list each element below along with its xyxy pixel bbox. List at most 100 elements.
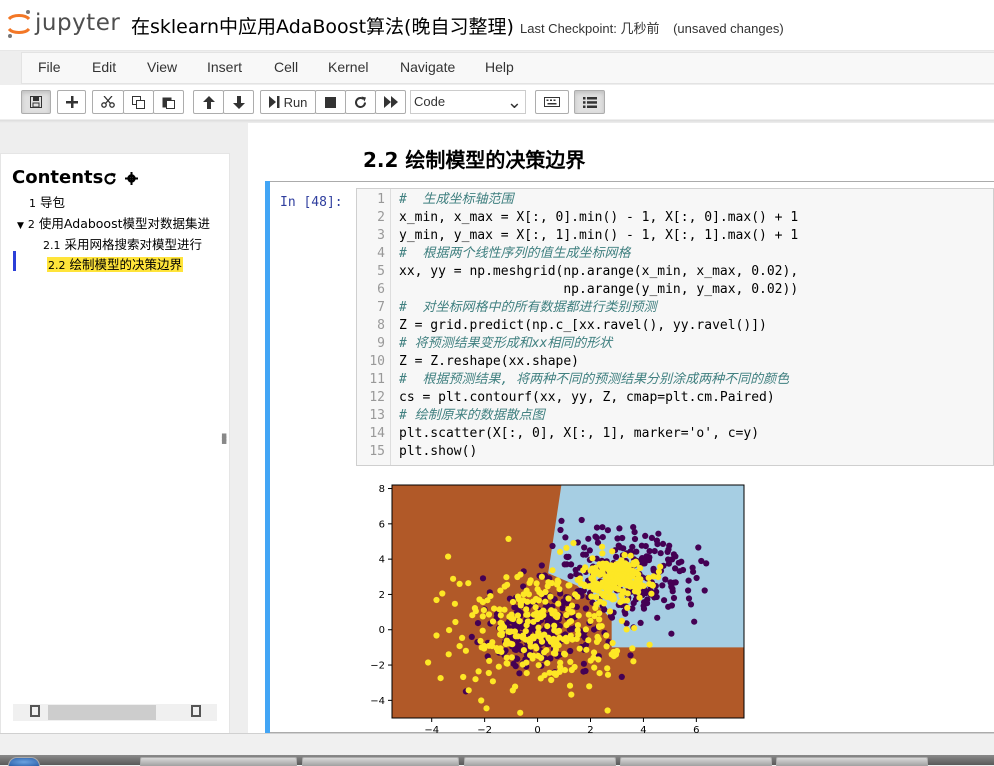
scatter-point bbox=[491, 605, 498, 612]
menu-navigate[interactable]: Navigate bbox=[400, 59, 455, 75]
resize-handle-icon[interactable]: ▪ ▪ ▪ bbox=[221, 432, 227, 447]
menu-insert[interactable]: Insert bbox=[207, 59, 242, 75]
scatter-point bbox=[572, 591, 579, 598]
scatter-point bbox=[582, 605, 589, 612]
toc-item-label: 使用Adaboost模型对数据集进 bbox=[38, 216, 210, 231]
menu-kernel[interactable]: Kernel bbox=[328, 59, 368, 75]
scatter-point bbox=[568, 561, 575, 568]
scatter-point bbox=[516, 670, 523, 677]
toc-item-2[interactable]: ▼ 2 使用Adaboost模型对数据集进 bbox=[17, 213, 210, 232]
restart-button[interactable] bbox=[345, 90, 376, 114]
scrollbar-thumb[interactable] bbox=[48, 705, 156, 720]
scatter-point bbox=[646, 641, 653, 648]
scatter-point bbox=[452, 618, 459, 626]
toc-item-label: 导包 bbox=[40, 195, 66, 210]
line-number: 10 bbox=[369, 354, 385, 369]
scatter-point bbox=[520, 647, 527, 654]
window-statusbar bbox=[0, 733, 994, 756]
scatter-point bbox=[691, 618, 698, 625]
scatter-point bbox=[519, 661, 526, 668]
scatter-point bbox=[535, 597, 542, 604]
menu-help[interactable]: Help bbox=[485, 59, 514, 75]
input-prompt: In [48]: bbox=[280, 195, 343, 210]
scroll-left-icon[interactable] bbox=[30, 705, 40, 717]
scatter-point bbox=[524, 611, 531, 618]
toc-item-2-1[interactable]: 2.1 采用网格搜索对模型进行 bbox=[43, 234, 202, 253]
scatter-point bbox=[563, 544, 570, 551]
move-down-button[interactable] bbox=[223, 90, 254, 114]
scatter-point bbox=[534, 632, 541, 639]
scatter-point bbox=[544, 583, 551, 590]
refresh-icon[interactable] bbox=[103, 172, 117, 186]
keyboard-icon bbox=[544, 97, 560, 107]
code-text: # 根据预测结果, 将两种不同的预测结果分别涂成两种不同的颜色 bbox=[399, 372, 790, 387]
section-heading: 2.2 绘制模型的决策边界 bbox=[363, 148, 586, 172]
line-number: 15 bbox=[369, 444, 385, 459]
scatter-point bbox=[462, 647, 469, 654]
scatter-point bbox=[665, 546, 672, 553]
scatter-point bbox=[665, 603, 672, 610]
scatter-point bbox=[637, 565, 644, 572]
scatter-point bbox=[599, 534, 606, 541]
scatter-point bbox=[589, 555, 596, 562]
menu-file[interactable]: File bbox=[38, 59, 61, 75]
copy-button[interactable] bbox=[123, 90, 154, 114]
logo-text: jupyter bbox=[35, 10, 121, 36]
scatter-point bbox=[433, 596, 440, 604]
run-label: Run bbox=[283, 94, 308, 110]
scatter-point bbox=[541, 649, 548, 656]
scatter-point bbox=[479, 627, 486, 634]
interrupt-button[interactable] bbox=[315, 90, 346, 114]
collapse-caret-icon[interactable]: ▼ bbox=[17, 221, 24, 231]
scroll-right-icon[interactable] bbox=[191, 705, 201, 717]
scatter-point bbox=[503, 654, 510, 661]
paste-button[interactable] bbox=[153, 90, 184, 114]
scatter-point bbox=[624, 597, 631, 604]
scatter-point bbox=[604, 665, 611, 672]
scatter-point bbox=[563, 611, 570, 619]
scatter-point bbox=[497, 619, 504, 627]
scatter-point bbox=[586, 683, 593, 690]
code-editor[interactable]: 1 # 生成坐标轴范围 2 x_min, x_max = X[:, 0].min() … bbox=[356, 188, 994, 466]
cell-type-select[interactable]: Code ⌄ bbox=[410, 90, 526, 114]
toc-toggle-button[interactable] bbox=[574, 90, 605, 114]
scatter-point bbox=[549, 542, 556, 550]
jupyter-logo[interactable]: jupyter bbox=[5, 9, 120, 39]
scatter-point bbox=[503, 574, 510, 581]
run-all-button[interactable] bbox=[375, 90, 406, 114]
command-palette-button[interactable] bbox=[535, 90, 569, 114]
copy-icon bbox=[132, 95, 145, 109]
menu-cell[interactable]: Cell bbox=[274, 59, 298, 75]
scatter-point bbox=[520, 591, 527, 598]
scatter-point bbox=[439, 590, 446, 597]
line-number: 2 bbox=[377, 210, 385, 225]
toc-controls bbox=[103, 168, 138, 187]
y-tick-label: −4 bbox=[370, 696, 385, 707]
toc-horizontal-scrollbar[interactable] bbox=[13, 704, 217, 721]
cut-button[interactable] bbox=[92, 90, 124, 114]
move-up-button[interactable] bbox=[193, 90, 224, 114]
scatter-point bbox=[620, 563, 627, 570]
save-button[interactable] bbox=[21, 90, 51, 114]
insert-cell-button[interactable] bbox=[57, 90, 86, 114]
scatter-point bbox=[538, 573, 545, 580]
toc-item-2-2[interactable]: 2.2 绘制模型的决策边界 bbox=[47, 254, 184, 273]
scatter-point bbox=[529, 655, 536, 662]
menu-edit[interactable]: Edit bbox=[92, 59, 116, 75]
run-button[interactable]: Run bbox=[260, 90, 316, 114]
toc-item-1[interactable]: 1 导包 bbox=[29, 192, 65, 211]
scatter-point bbox=[538, 562, 545, 569]
notebook-title[interactable]: 在sklearn中应用AdaBoost算法(晚自习整理) bbox=[131, 12, 514, 39]
menu-view[interactable]: View bbox=[147, 59, 177, 75]
scatter-point bbox=[631, 535, 639, 543]
scatter-point bbox=[497, 631, 504, 638]
scatter-point bbox=[603, 632, 610, 639]
gear-icon[interactable] bbox=[124, 172, 138, 185]
code-line: 4 # 根据两个线性序列的值生成坐标网格 bbox=[357, 245, 994, 263]
scatter-point bbox=[670, 551, 677, 558]
code-text: x_min, x_max = X[:, 0].min() - 1, X[:, 0… bbox=[399, 210, 799, 225]
scatter-point bbox=[544, 660, 551, 667]
scatter-point bbox=[450, 575, 457, 582]
code-line: 7 # 对坐标网格中的所有数据都进行类别预测 bbox=[357, 299, 994, 317]
scatter-point bbox=[594, 633, 601, 640]
